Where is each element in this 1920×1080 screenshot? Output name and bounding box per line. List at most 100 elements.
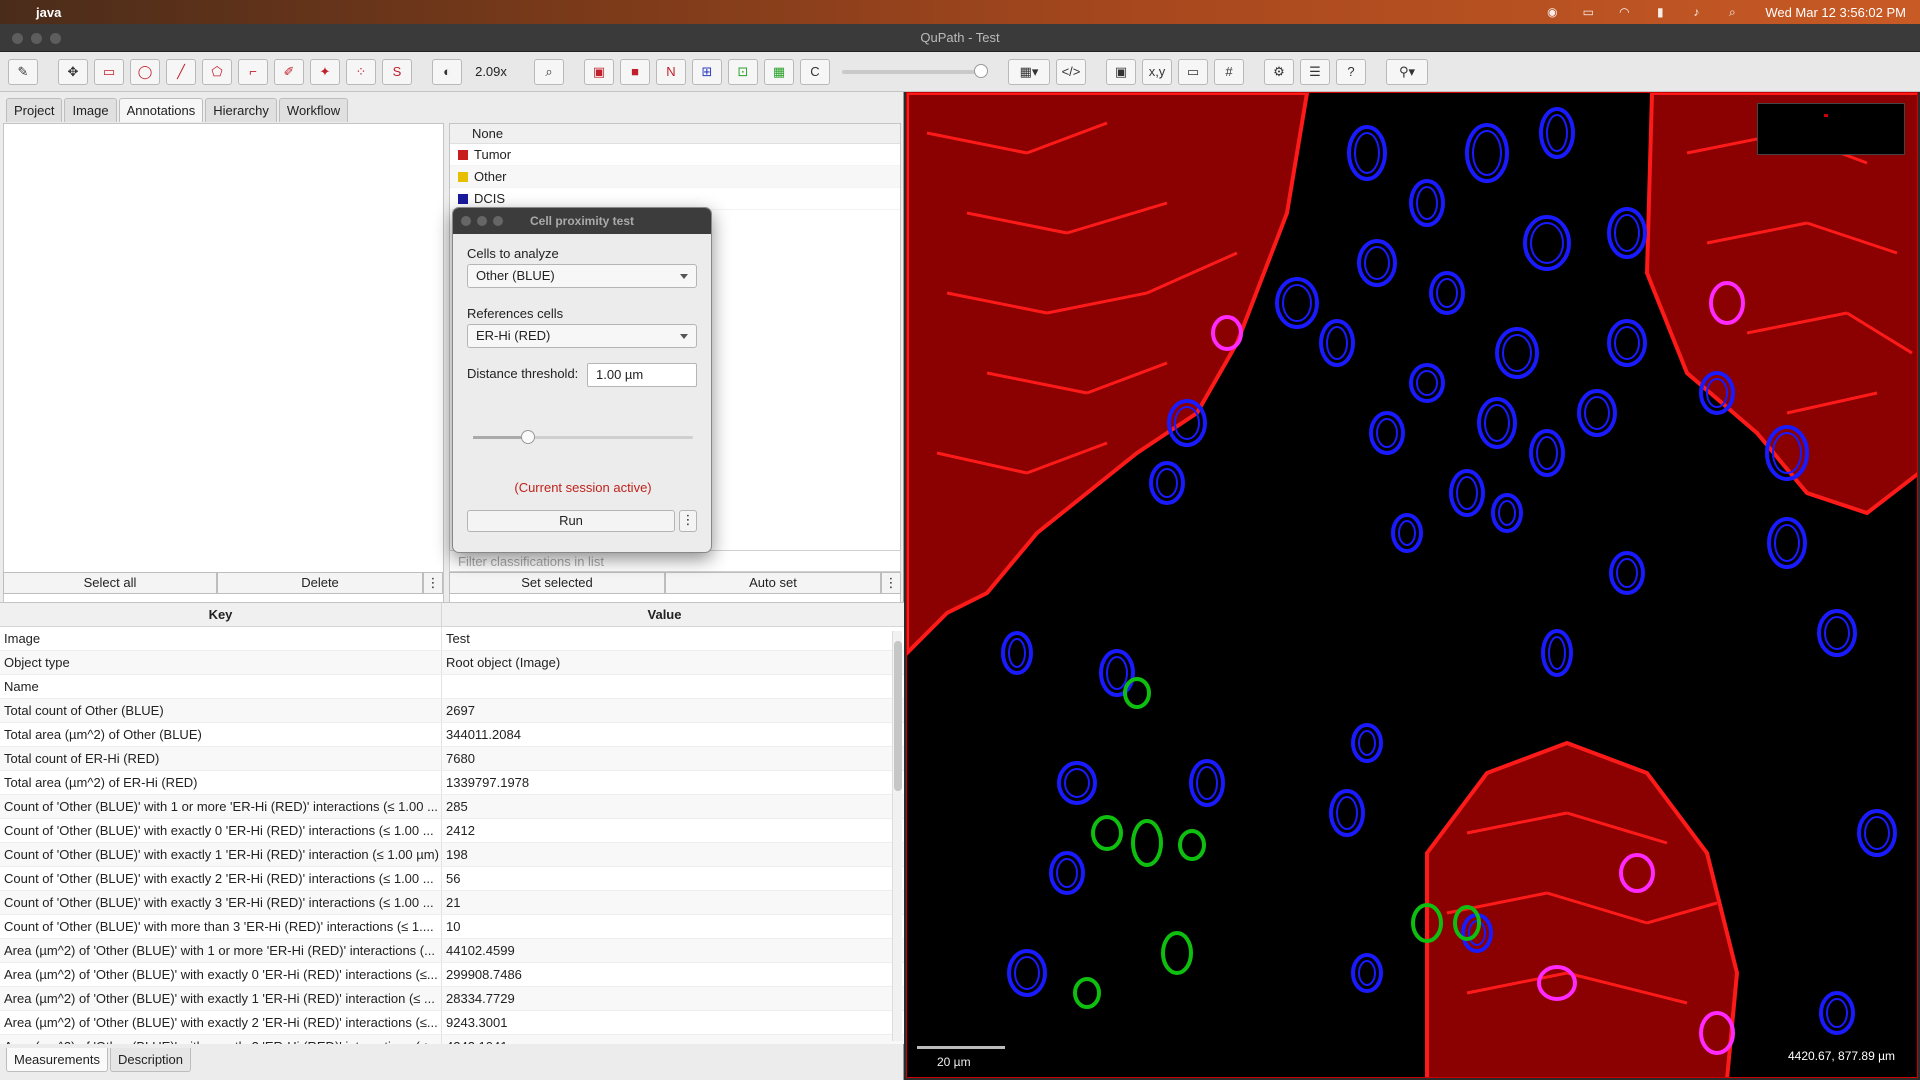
script-editor-icon[interactable]: </> [1056, 58, 1086, 85]
slider-knob[interactable] [521, 430, 535, 444]
recording-icon[interactable]: ◉ [1543, 5, 1561, 19]
class-item-tumor[interactable]: Tumor [450, 144, 900, 166]
class-none[interactable]: None [450, 124, 900, 144]
scrollbar-thumb[interactable] [894, 641, 902, 791]
reference-cells-select[interactable]: ER-Hi (RED) [467, 324, 697, 348]
points-tool-icon[interactable]: ⁘ [346, 58, 376, 85]
tab-description[interactable]: Description [109, 1048, 192, 1072]
log-icon[interactable]: ☰ [1300, 58, 1330, 85]
opacity-slider[interactable] [842, 63, 988, 78]
green-cell [1131, 819, 1163, 867]
help-icon[interactable]: ? [1336, 58, 1366, 85]
volume-icon[interactable]: ♪ [1687, 5, 1705, 19]
image-viewer[interactable]: 20 µm 4420.67, 877.89 µm [906, 92, 1918, 1078]
show-connections-button[interactable]: C [800, 58, 830, 85]
table-row[interactable]: Total count of ER-Hi (RED) 7680 [0, 747, 904, 771]
move-tool-icon[interactable]: ✥ [58, 58, 88, 85]
rectangle-tool-icon[interactable]: ▭ [94, 58, 124, 85]
distance-threshold-slider[interactable] [473, 430, 693, 444]
run-button[interactable]: Run [467, 510, 675, 532]
table-scrollbar[interactable] [892, 631, 902, 1041]
overview-icon[interactable]: ▣ [1106, 58, 1136, 85]
scalebar-icon[interactable]: ▭ [1178, 58, 1208, 85]
value-column-header[interactable]: Value [442, 603, 887, 626]
table-row[interactable]: Total count of Other (BLUE) 2697 [0, 699, 904, 723]
annotation-more-button[interactable]: ⋮ [423, 572, 443, 594]
dialog-window-controls [461, 216, 503, 226]
show-tma-grid-icon[interactable]: ⊞ [692, 58, 722, 85]
run-more-button[interactable]: ⋮ [679, 510, 697, 532]
fill-annotations-icon[interactable]: ■ [620, 58, 650, 85]
table-row[interactable]: Count of 'Other (BLUE)' with more than 3… [0, 915, 904, 939]
grid-icon[interactable]: # [1214, 58, 1244, 85]
tab-measurements[interactable]: Measurements [6, 1048, 108, 1072]
table-row[interactable]: Count of 'Other (BLUE)' with exactly 2 '… [0, 867, 904, 891]
table-row[interactable]: Area (µm^2) of 'Other (BLUE)' with exact… [0, 1035, 904, 1044]
tab-hierarchy[interactable]: Hierarchy [205, 98, 277, 122]
clock[interactable]: Wed Mar 12 3:56:02 PM [1765, 5, 1906, 20]
dialog-minimize-button[interactable] [477, 216, 487, 226]
polygon-tool-icon[interactable]: ⬠ [202, 58, 232, 85]
battery-icon[interactable]: ▮ [1651, 5, 1669, 19]
table-row[interactable]: Total area (µm^2) of Other (BLUE) 344011.… [0, 723, 904, 747]
dialog-close-button[interactable] [461, 216, 471, 226]
class-item-other[interactable]: Other [450, 166, 900, 188]
table-row[interactable]: Area (µm^2) of 'Other (BLUE)' with 1 or … [0, 939, 904, 963]
tab-project[interactable]: Project [6, 98, 63, 122]
table-row[interactable]: Total area (µm^2) of ER-Hi (RED) 1339797.… [0, 771, 904, 795]
tab-annotations[interactable]: Annotations [118, 98, 204, 122]
line-tool-icon[interactable]: ╱ [166, 58, 196, 85]
ellipse-tool-icon[interactable]: ◯ [130, 58, 160, 85]
table-row[interactable]: Count of 'Other (BLUE)' with exactly 0 '… [0, 819, 904, 843]
tab-workflow[interactable]: Workflow [278, 98, 349, 122]
wifi-icon[interactable]: ◠ [1615, 5, 1633, 19]
class-filter-input[interactable]: Filter classifications in list [449, 550, 901, 572]
measurement-table[interactable]: Key Value Image Test Object type Root objec… [0, 602, 904, 1044]
dialog-zoom-button[interactable] [493, 216, 503, 226]
search-icon[interactable]: ⌕ [1723, 5, 1741, 19]
screen-mirror-icon[interactable]: ▭ [1579, 5, 1597, 19]
wand-tool-icon[interactable]: ✦ [310, 58, 340, 85]
fill-detections-icon[interactable]: ▦ [764, 58, 794, 85]
table-row[interactable]: Count of 'Other (BLUE)' with exactly 1 '… [0, 843, 904, 867]
table-row[interactable]: Count of 'Other (BLUE)' with 1 or more '… [0, 795, 904, 819]
set-selected-button[interactable]: Set selected [449, 572, 665, 594]
table-row[interactable]: Count of 'Other (BLUE)' with exactly 3 '… [0, 891, 904, 915]
close-window-button[interactable] [12, 33, 23, 44]
app-name[interactable]: java [36, 5, 61, 20]
show-annotations-icon[interactable]: ▣ [584, 58, 614, 85]
extensions-icon[interactable]: ⚲▾ [1386, 58, 1428, 85]
brightness-contrast-icon[interactable]: ◐ [432, 58, 462, 85]
zoom-window-button[interactable] [50, 33, 61, 44]
zoom-to-fit-icon[interactable]: ⌕ [534, 58, 564, 85]
table-row[interactable]: Object type Root object (Image) [0, 651, 904, 675]
opacity-slider-knob[interactable] [974, 63, 988, 78]
slider-fill [473, 436, 528, 439]
select-all-button[interactable]: Select all [3, 572, 217, 594]
minimize-window-button[interactable] [31, 33, 42, 44]
key-column-header[interactable]: Key [0, 603, 442, 626]
delete-button[interactable]: Delete [217, 572, 423, 594]
selection-mode-button[interactable]: S [382, 58, 412, 85]
brush-tool-icon[interactable]: ✎ [8, 58, 38, 85]
show-detections-icon[interactable]: ⊡ [728, 58, 758, 85]
table-row[interactable]: Image Test [0, 627, 904, 651]
table-row[interactable]: Name [0, 675, 904, 699]
table-row[interactable]: Area (µm^2) of 'Other (BLUE)' with exact… [0, 1011, 904, 1035]
cursor-location-icon[interactable]: x,y [1142, 58, 1172, 85]
cells-to-analyze-select[interactable]: Other (BLUE) [467, 264, 697, 288]
polyline-tool-icon[interactable]: ⌐ [238, 58, 268, 85]
distance-threshold-input[interactable]: 1.00 µm [587, 363, 697, 387]
tab-image[interactable]: Image [64, 98, 117, 122]
table-row[interactable]: Area (µm^2) of 'Other (BLUE)' with exact… [0, 963, 904, 987]
dialog-title-bar[interactable]: Cell proximity test [453, 208, 711, 234]
class-more-button[interactable]: ⋮ [881, 572, 901, 594]
table-row[interactable]: Area (µm^2) of 'Other (BLUE)' with exact… [0, 987, 904, 1011]
show-names-button[interactable]: N [656, 58, 686, 85]
auto-set-button[interactable]: Auto set [665, 572, 881, 594]
measurement-table-icon[interactable]: ▦▾ [1008, 58, 1050, 85]
window-controls[interactable] [12, 33, 61, 44]
settings-icon[interactable]: ⚙ [1264, 58, 1294, 85]
brush-annotation-icon[interactable]: ✐ [274, 58, 304, 85]
overview-thumbnail[interactable] [1757, 103, 1905, 155]
